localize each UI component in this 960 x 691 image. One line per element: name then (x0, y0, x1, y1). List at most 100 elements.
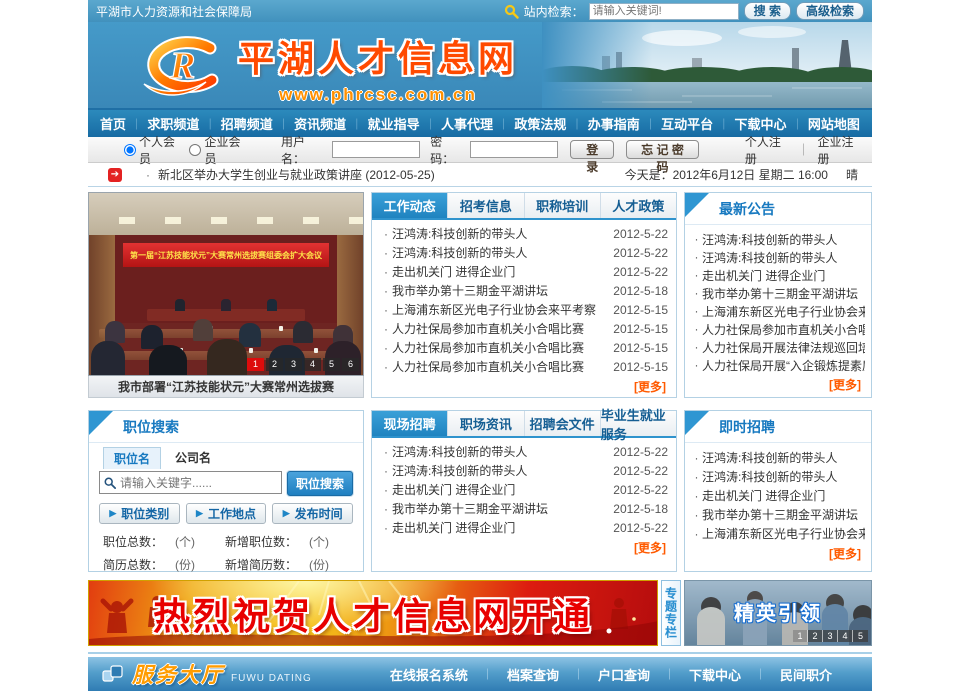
announcement-link[interactable]: 我市举办第十三期金平湖讲坛 (702, 285, 865, 302)
more-link[interactable]: [更多] (634, 380, 666, 394)
elite-page-2[interactable]: 2 (808, 630, 823, 642)
filter-publish-time[interactable]: ▶ 发布时间 (272, 503, 353, 524)
site-search-input[interactable] (589, 3, 739, 20)
nav-item-policy[interactable]: 政策法规 (514, 114, 566, 133)
link-private-agency[interactable]: 民间职介 (780, 665, 832, 684)
photo-page-5[interactable]: 5 (323, 358, 340, 371)
nav-item-news[interactable]: 资讯频道 (294, 114, 346, 133)
photo-page-3[interactable]: 3 (285, 358, 302, 371)
instant-recruit-title: 即时招聘 (685, 411, 871, 443)
job-search-button[interactable]: 职位搜索 (287, 471, 353, 496)
announcement-link[interactable]: 人力社保局参加市直机关小合唱比赛 (702, 321, 865, 338)
announcement-link[interactable]: 汪鸿涛:科技创新的带头人 (702, 249, 865, 266)
recruit-link[interactable]: 上海浦东新区光电子行业协会来平考 (702, 525, 865, 542)
register-personal-link[interactable]: 个人注册 (745, 133, 790, 167)
news-link[interactable]: 走出机关门 进得企业门 (392, 481, 606, 498)
news-link[interactable]: 汪鸿涛:科技创新的带头人 (392, 244, 606, 261)
conference-photo[interactable]: 第一届“江苏技能状元”大赛常州选拔赛组委会扩大会议 (88, 192, 364, 376)
tab-career-info[interactable]: 职场资讯 (448, 411, 524, 436)
tab-position-name[interactable]: 职位名 (103, 447, 161, 469)
ticker-news-link[interactable]: 新北区举办大学生创业与就业政策讲座 (2012-05-25) (158, 166, 435, 183)
announcement-link[interactable]: 人力社保局开展“入企锻炼提素质” (702, 357, 865, 374)
elite-page-1[interactable]: 1 (793, 630, 808, 642)
tab-onsite-recruit[interactable]: 现场招聘 (372, 411, 448, 436)
more-link[interactable]: [更多] (829, 378, 861, 392)
announcement-link[interactable]: 人力社保局开展法律法规巡回培训 (702, 339, 865, 356)
recruit-link[interactable]: 汪鸿涛:科技创新的带头人 (702, 468, 865, 485)
news-link[interactable]: 走出机关门 进得企业门 (392, 263, 606, 280)
link-online-signup[interactable]: 在线报名系统 (390, 665, 468, 684)
nav-item-home[interactable]: 首页 (100, 114, 126, 133)
hot-news-icon: ➔ (108, 168, 122, 182)
photo-caption[interactable]: 我市部署“江苏技能状元”大赛常州选拔赛 (88, 376, 364, 398)
announcement-link[interactable]: 汪鸿涛:科技创新的带头人 (702, 231, 865, 248)
more-link[interactable]: [更多] (634, 541, 666, 555)
elite-banner[interactable]: 精英引领 1 2 3 4 5 (684, 580, 872, 646)
news-link[interactable]: 汪鸿涛:科技创新的带头人 (392, 443, 606, 460)
site-title-box: 平湖人才信息网 www.phrcsc.com.cn (238, 30, 518, 105)
announcement-link[interactable]: 走出机关门 进得企业门 (702, 267, 865, 284)
news-link[interactable]: 人力社保局参加市直机关小合唱比赛 (392, 358, 606, 375)
elite-page-4[interactable]: 4 (838, 630, 853, 642)
news-link[interactable]: 走出机关门 进得企业门 (392, 519, 606, 536)
personal-radio-input[interactable] (124, 144, 136, 156)
news-link[interactable]: 我市举办第十三期金平湖讲坛 (392, 500, 606, 517)
login-button[interactable]: 登 录 (570, 140, 614, 159)
photo-page-4[interactable]: 4 (304, 358, 321, 371)
register-company-link[interactable]: 企业注册 (817, 133, 862, 167)
more-link[interactable]: [更多] (829, 547, 861, 561)
recruit-link[interactable]: 汪鸿涛:科技创新的带头人 (702, 449, 865, 466)
password-field[interactable] (470, 141, 558, 158)
footer-separator: ｜ (755, 666, 766, 682)
news-link[interactable]: 汪鸿涛:科技创新的带头人 (392, 225, 606, 242)
news-link[interactable]: 上海浦东新区光电子行业协会来平考察 (392, 301, 606, 318)
news-link[interactable]: 人力社保局参加市直机关小合唱比赛 (392, 320, 606, 337)
nav-item-sitemap[interactable]: 网站地图 (808, 114, 860, 133)
recruit-link[interactable]: 走出机关门 进得企业门 (702, 487, 865, 504)
nav-item-jobseek[interactable]: 求职频道 (147, 114, 199, 133)
elite-page-3[interactable]: 3 (823, 630, 838, 642)
news-link[interactable]: 汪鸿涛:科技创新的带头人 (392, 462, 606, 479)
link-archive-query[interactable]: 档案查询 (507, 665, 559, 684)
nav-item-download[interactable]: 下载中心 (735, 114, 787, 133)
recruit-link[interactable]: 我市举办第十三期金平湖讲坛 (702, 506, 865, 523)
footer-separator: ｜ (482, 666, 493, 682)
elite-page-5[interactable]: 5 (853, 630, 868, 642)
tab-talent-policy[interactable]: 人才政策 (601, 193, 676, 218)
site-search-button[interactable]: 搜 索 (744, 2, 791, 20)
filter-work-location[interactable]: ▶ 工作地点 (186, 503, 267, 524)
link-hukou-query[interactable]: 户口查询 (598, 665, 650, 684)
tab-work-trends[interactable]: 工作动态 (372, 193, 448, 218)
tab-title-training[interactable]: 职称培训 (525, 193, 601, 218)
company-radio-input[interactable] (189, 144, 201, 156)
nav-item-interaction[interactable]: 互动平台 (661, 114, 713, 133)
header-cityscape-photo (542, 22, 872, 110)
announcement-link[interactable]: 上海浦东新区光电子行业协会来平考 (702, 303, 865, 320)
username-field[interactable] (332, 141, 420, 158)
news-link[interactable]: 我市举办第十三期金平湖讲坛 (392, 282, 606, 299)
member-personal-radio[interactable]: 个人会员 (124, 133, 183, 167)
forgot-password-button[interactable]: 忘 记 密 码 (626, 140, 699, 159)
tab-exam-info[interactable]: 招考信息 (448, 193, 524, 218)
tab-graduate-service[interactable]: 毕业生就业服务 (601, 411, 676, 436)
photo-page-2[interactable]: 2 (266, 358, 283, 371)
tab-jobfair-files[interactable]: 招聘会文件 (525, 411, 601, 436)
advanced-search-button[interactable]: 高级检索 (796, 2, 864, 20)
bullet: · (380, 265, 392, 279)
nav-item-recruit[interactable]: 招聘频道 (221, 114, 273, 133)
weather-text: 晴 (846, 166, 858, 183)
link-download-center[interactable]: 下载中心 (689, 665, 741, 684)
job-keyword-input[interactable] (120, 476, 277, 490)
filter-job-category[interactable]: ▶ 职位类别 (99, 503, 180, 524)
member-company-radio[interactable]: 企业会员 (189, 133, 248, 167)
news-link[interactable]: 人力社保局参加市直机关小合唱比赛 (392, 339, 606, 356)
photo-page-1[interactable]: 1 (247, 358, 264, 371)
nav-item-service-guide[interactable]: 办事指南 (588, 114, 640, 133)
tab-company-name[interactable]: 公司名 (165, 447, 221, 469)
divider (88, 652, 872, 654)
celebration-banner[interactable]: 热烈祝贺人才信息网开通 (88, 580, 658, 646)
nav-item-hr-agency[interactable]: 人事代理 (441, 114, 493, 133)
photo-page-6[interactable]: 6 (342, 358, 359, 371)
nav-item-guidance[interactable]: 就业指导 (368, 114, 420, 133)
bullet: · (380, 464, 392, 478)
